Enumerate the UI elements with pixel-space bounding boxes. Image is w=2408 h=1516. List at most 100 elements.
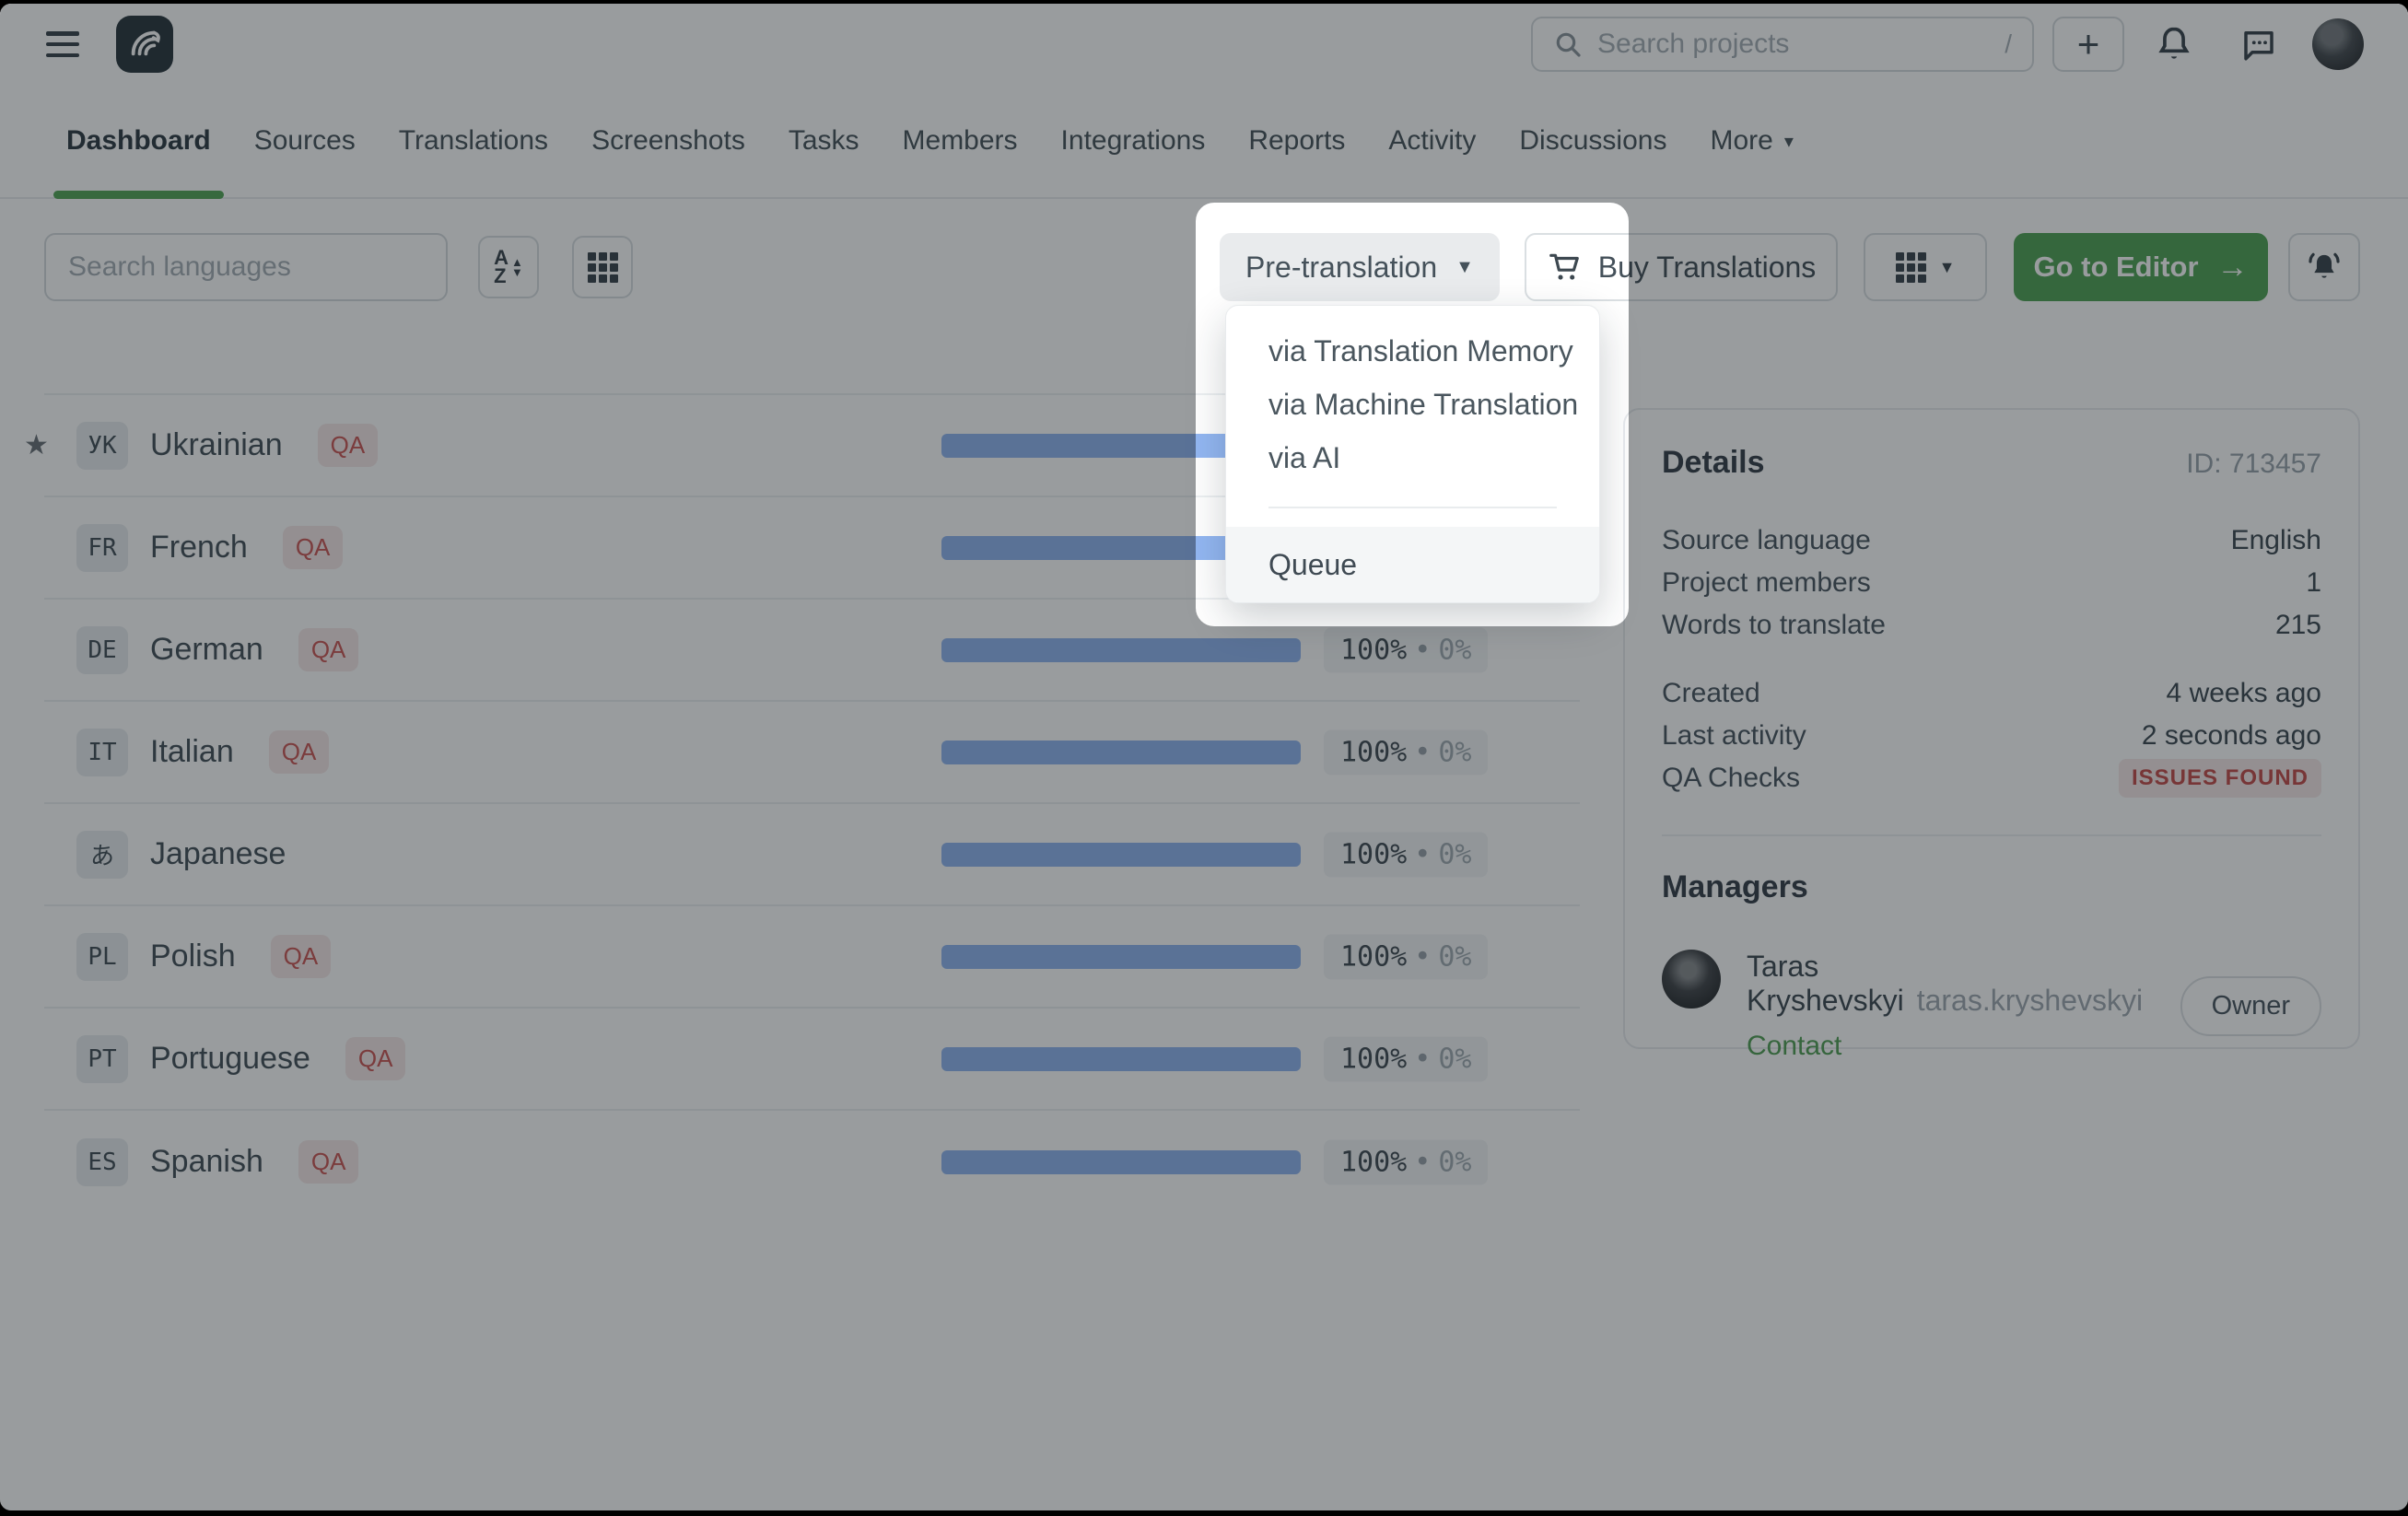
progress-percent-label: 100%•0% xyxy=(1324,1139,1488,1184)
language-row[interactable]: あ Japanese 100%•0% xyxy=(44,804,1580,906)
grid-icon xyxy=(1896,252,1926,283)
language-code-badge: FR xyxy=(76,524,128,572)
owner-role-button[interactable]: Owner xyxy=(2180,976,2321,1036)
language-row[interactable]: PT Portuguese QA 100%•0% xyxy=(44,1009,1580,1111)
language-row[interactable]: PL Polish QA 100%•0% xyxy=(44,906,1580,1009)
details-row: Project members 1 xyxy=(1662,562,2321,604)
menu-item[interactable]: via AI xyxy=(1226,431,1599,484)
language-name: Italian xyxy=(150,734,234,770)
hamburger-menu-icon[interactable] xyxy=(46,31,79,57)
pre-translation-menu: via Translation Memory via Machine Trans… xyxy=(1225,305,1600,603)
qa-issues-badge[interactable]: QA xyxy=(271,935,332,978)
progress-percent-label: 100%•0% xyxy=(1324,1036,1488,1081)
user-avatar[interactable] xyxy=(2312,18,2364,70)
panel-divider xyxy=(1662,834,2321,836)
grid-view-button[interactable] xyxy=(572,236,633,298)
translated-percent: 100% xyxy=(1340,634,1407,666)
watch-project-button[interactable] xyxy=(2288,233,2360,301)
language-row[interactable]: ES Spanish QA 100%•0% xyxy=(44,1111,1580,1213)
contact-link[interactable]: Contact xyxy=(1747,1031,1841,1062)
approved-percent: 0% xyxy=(1438,940,1471,973)
language-code-badge: DE xyxy=(76,626,128,674)
menu-divider xyxy=(1268,507,1557,508)
details-row: Source language English xyxy=(1662,519,2321,562)
sort-az-button[interactable]: AZ ▲▼ xyxy=(478,236,539,298)
qa-issues-badge[interactable]: QA xyxy=(298,628,359,671)
bell-icon xyxy=(2154,24,2194,64)
translation-progress-bar xyxy=(941,843,1301,867)
create-project-button[interactable]: + xyxy=(2052,17,2124,72)
nav-tab[interactable]: Sources xyxy=(254,85,356,197)
menu-item[interactable]: via Translation Memory xyxy=(1226,324,1599,378)
language-name: German xyxy=(150,632,263,668)
details-row: Created 4 weeks ago xyxy=(1662,672,2321,715)
details-rows-bottom: Created 4 weeks ago Last activity 2 seco… xyxy=(1662,672,2321,799)
manager-handle: taras.kryshevskyi xyxy=(1917,984,2143,1017)
nav-tab[interactable]: Translations xyxy=(399,85,548,197)
translated-percent: 100% xyxy=(1340,736,1407,768)
approved-percent: 0% xyxy=(1438,1043,1471,1075)
chat-bubble-icon xyxy=(2239,25,2278,64)
grid-icon xyxy=(588,252,618,283)
nav-tab[interactable]: Discussions xyxy=(1519,85,1666,197)
nav-tab[interactable]: Dashboard xyxy=(66,85,211,197)
language-row[interactable]: IT Italian QA 100%•0% xyxy=(44,702,1580,804)
chevron-down-icon: ▼ xyxy=(1939,258,1956,277)
search-projects-input[interactable] xyxy=(1597,29,2005,60)
translation-progress-bar xyxy=(941,741,1301,764)
details-panel: Details ID: 713457 Source language Engli… xyxy=(1623,408,2360,1049)
progress-percent-label: 100%•0% xyxy=(1324,832,1488,877)
language-row[interactable]: DE German QA 100%•0% xyxy=(44,600,1580,702)
menu-items: via Translation Memory via Machine Trans… xyxy=(1226,324,1599,484)
progress-percent-label: 100%•0% xyxy=(1324,729,1488,775)
details-row: Last activity 2 seconds ago xyxy=(1662,715,2321,757)
buy-translations-button[interactable]: Buy Translations xyxy=(1525,233,1838,301)
language-code-badge: PL xyxy=(76,933,128,981)
favorite-star-icon[interactable]: ★ xyxy=(24,429,49,461)
nav-tab[interactable]: More ▾ xyxy=(1710,85,1793,197)
language-code-badge: PT xyxy=(76,1035,128,1083)
qa-issues-badge[interactable]: QA xyxy=(269,730,330,774)
translated-percent: 100% xyxy=(1340,838,1407,870)
nav-tab[interactable]: Tasks xyxy=(789,85,859,197)
menu-item[interactable]: via Machine Translation xyxy=(1226,378,1599,431)
nav-tab[interactable]: Activity xyxy=(1388,85,1476,197)
qa-issues-badge[interactable]: QA xyxy=(318,424,379,467)
language-code-badge: IT xyxy=(76,729,128,776)
nav-tab[interactable]: Reports xyxy=(1248,85,1345,197)
search-languages-input[interactable] xyxy=(68,251,424,283)
translation-progress-bar xyxy=(941,1150,1301,1174)
search-shortcut-hint: / xyxy=(2005,29,2012,59)
crowdin-logo[interactable] xyxy=(116,16,173,73)
language-search xyxy=(44,233,448,301)
progress-percent-label: 100%•0% xyxy=(1324,627,1488,672)
project-nav-tabs: Dashboard Sources Translations Screensho… xyxy=(0,85,2408,199)
go-to-editor-button[interactable]: Go to Editor → xyxy=(2014,233,2268,301)
sort-az-icon: AZ xyxy=(494,249,508,286)
notifications-button[interactable] xyxy=(2150,20,2198,68)
qa-issues-badge[interactable]: QA xyxy=(298,1140,359,1184)
issues-found-badge[interactable]: ISSUES FOUND xyxy=(2119,759,2321,798)
language-code-badge: УК xyxy=(76,422,128,470)
nav-tab[interactable]: Screenshots xyxy=(591,85,745,197)
qa-issues-badge[interactable]: QA xyxy=(345,1037,406,1080)
view-switcher-button[interactable]: ▼ xyxy=(1864,233,1987,301)
details-title: Details xyxy=(1662,445,1765,481)
app-window: / + Dashboard Sources xyxy=(0,4,2408,1510)
pre-translation-button[interactable]: Pre-translation ▼ xyxy=(1220,233,1500,301)
language-code-badge: あ xyxy=(76,831,128,879)
project-search: / xyxy=(1531,17,2034,72)
managers-title: Managers xyxy=(1662,869,2321,905)
manager-name[interactable]: Taras Kryshevskyi xyxy=(1747,950,1904,1017)
qa-issues-badge[interactable]: QA xyxy=(283,526,344,569)
nav-tab[interactable]: Integrations xyxy=(1061,85,1206,197)
manager-avatar[interactable] xyxy=(1662,950,1721,1009)
messages-button[interactable] xyxy=(2235,20,2283,68)
translation-progress-bar xyxy=(941,945,1301,969)
chevron-down-icon: ▾ xyxy=(1784,130,1794,153)
manager-row: Taras Kryshevskyi taras.kryshevskyi Conta… xyxy=(1662,950,2321,1062)
progress-percent-label: 100%•0% xyxy=(1324,934,1488,979)
nav-tab[interactable]: Members xyxy=(903,85,1018,197)
menu-item-queue[interactable]: Queue xyxy=(1226,527,1599,602)
language-name: Japanese xyxy=(150,836,286,872)
